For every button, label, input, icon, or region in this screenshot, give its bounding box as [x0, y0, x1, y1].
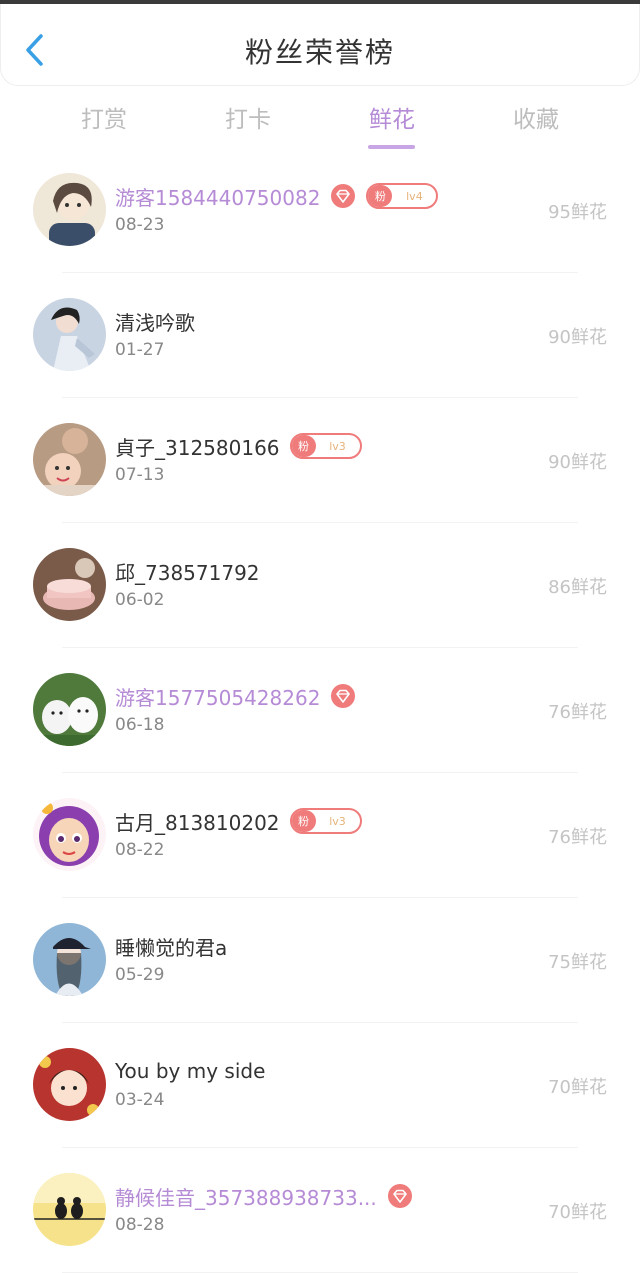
tab-favorites[interactable]: 收藏: [486, 100, 586, 140]
fan-level-badge: 粉 lv4: [366, 183, 439, 209]
fan-ranking-list: 游客1584440750082 粉 lv4 08-23 95鲜花 清浅吟歌 01…: [0, 148, 640, 1273]
header-bar: 粉丝荣誉榜: [0, 4, 640, 86]
fan-row[interactable]: 邱_738571792 06-02 86鲜花: [0, 523, 640, 648]
name-line: 古月_813810202 粉 lv3: [115, 806, 362, 836]
tab-flowers[interactable]: 鲜花: [342, 100, 442, 140]
fan-name[interactable]: 清浅吟歌: [115, 307, 195, 336]
flower-count: 76鲜花: [548, 827, 607, 848]
fan-date: 08-22: [115, 840, 165, 860]
avatar[interactable]: [33, 923, 106, 996]
fan-badge-level: lv3: [329, 814, 346, 828]
fan-level-badge: 粉 lv3: [289, 433, 362, 459]
fan-row[interactable]: 清浅吟歌 01-27 90鲜花: [0, 273, 640, 398]
fan-badge-label: 粉: [291, 810, 316, 832]
flower-count: 90鲜花: [548, 452, 607, 473]
fan-name[interactable]: 游客1584440750082: [115, 182, 320, 211]
fan-row[interactable]: 貞子_312580166 粉 lv3 07-13 90鲜花: [0, 398, 640, 523]
diamond-badge-icon: [387, 1184, 412, 1208]
diamond-badge-icon: [331, 184, 356, 208]
flower-count: 95鲜花: [548, 202, 607, 223]
fan-row[interactable]: 游客1584440750082 粉 lv4 08-23 95鲜花: [0, 148, 640, 273]
name-line: 游客1577505428262: [115, 681, 356, 711]
name-line: 睡懒觉的君a: [115, 931, 227, 961]
diamond-badge-icon: [331, 684, 356, 708]
fan-badge-level: lv4: [406, 189, 423, 203]
fan-name[interactable]: You by my side: [115, 1059, 265, 1083]
fan-name[interactable]: 游客1577505428262: [115, 682, 320, 711]
name-line: 静候佳音_357388938733...: [115, 1181, 413, 1211]
fan-date: 05-29: [115, 965, 165, 985]
name-line: 清浅吟歌: [115, 306, 195, 336]
tab-checkin[interactable]: 打卡: [198, 100, 298, 140]
name-line: 游客1584440750082 粉 lv4: [115, 181, 439, 211]
avatar[interactable]: [33, 1173, 106, 1246]
avatar[interactable]: [33, 298, 106, 371]
fan-name[interactable]: 邱_738571792: [115, 557, 260, 586]
fan-date: 01-27: [115, 340, 165, 360]
fan-date: 08-28: [115, 1215, 165, 1235]
name-line: 邱_738571792: [115, 556, 260, 586]
fan-level-badge: 粉 lv3: [289, 808, 362, 834]
fan-date: 03-24: [115, 1090, 165, 1110]
flower-count: 70鲜花: [548, 1202, 607, 1223]
fan-badge-level: lv3: [329, 439, 346, 453]
fan-name[interactable]: 古月_813810202: [115, 807, 280, 836]
flower-count: 70鲜花: [548, 1077, 607, 1098]
avatar[interactable]: [33, 173, 106, 246]
fan-date: 08-23: [115, 215, 165, 235]
fan-name[interactable]: 貞子_312580166: [115, 432, 280, 461]
avatar[interactable]: [33, 1048, 106, 1121]
name-line: 貞子_312580166 粉 lv3: [115, 431, 362, 461]
fan-badge-label: 粉: [291, 435, 316, 457]
fan-date: 06-18: [115, 715, 165, 735]
fan-row[interactable]: 古月_813810202 粉 lv3 08-22 76鲜花: [0, 773, 640, 898]
flower-count: 76鲜花: [548, 702, 607, 723]
name-line: You by my side: [115, 1056, 265, 1086]
flower-count: 75鲜花: [548, 952, 607, 973]
flower-count: 86鲜花: [548, 577, 607, 598]
avatar[interactable]: [33, 548, 106, 621]
fan-date: 06-02: [115, 590, 165, 610]
avatar[interactable]: [33, 673, 106, 746]
fan-name[interactable]: 静候佳音_357388938733...: [115, 1182, 377, 1211]
avatar[interactable]: [33, 423, 106, 496]
flower-count: 90鲜花: [548, 327, 607, 348]
page-title: 粉丝荣誉榜: [244, 36, 395, 69]
fan-row[interactable]: 静候佳音_357388938733... 08-28 70鲜花: [0, 1148, 640, 1273]
fan-row[interactable]: 游客1577505428262 06-18 76鲜花: [0, 648, 640, 773]
tab-tip[interactable]: 打赏: [54, 100, 154, 140]
fan-name[interactable]: 睡懒觉的君a: [115, 932, 227, 961]
fan-badge-label: 粉: [368, 185, 393, 207]
fan-row[interactable]: 睡懒觉的君a 05-29 75鲜花: [0, 898, 640, 1023]
fan-date: 07-13: [115, 465, 165, 485]
avatar[interactable]: [33, 798, 106, 871]
fan-row[interactable]: You by my side 03-24 70鲜花: [0, 1023, 640, 1148]
